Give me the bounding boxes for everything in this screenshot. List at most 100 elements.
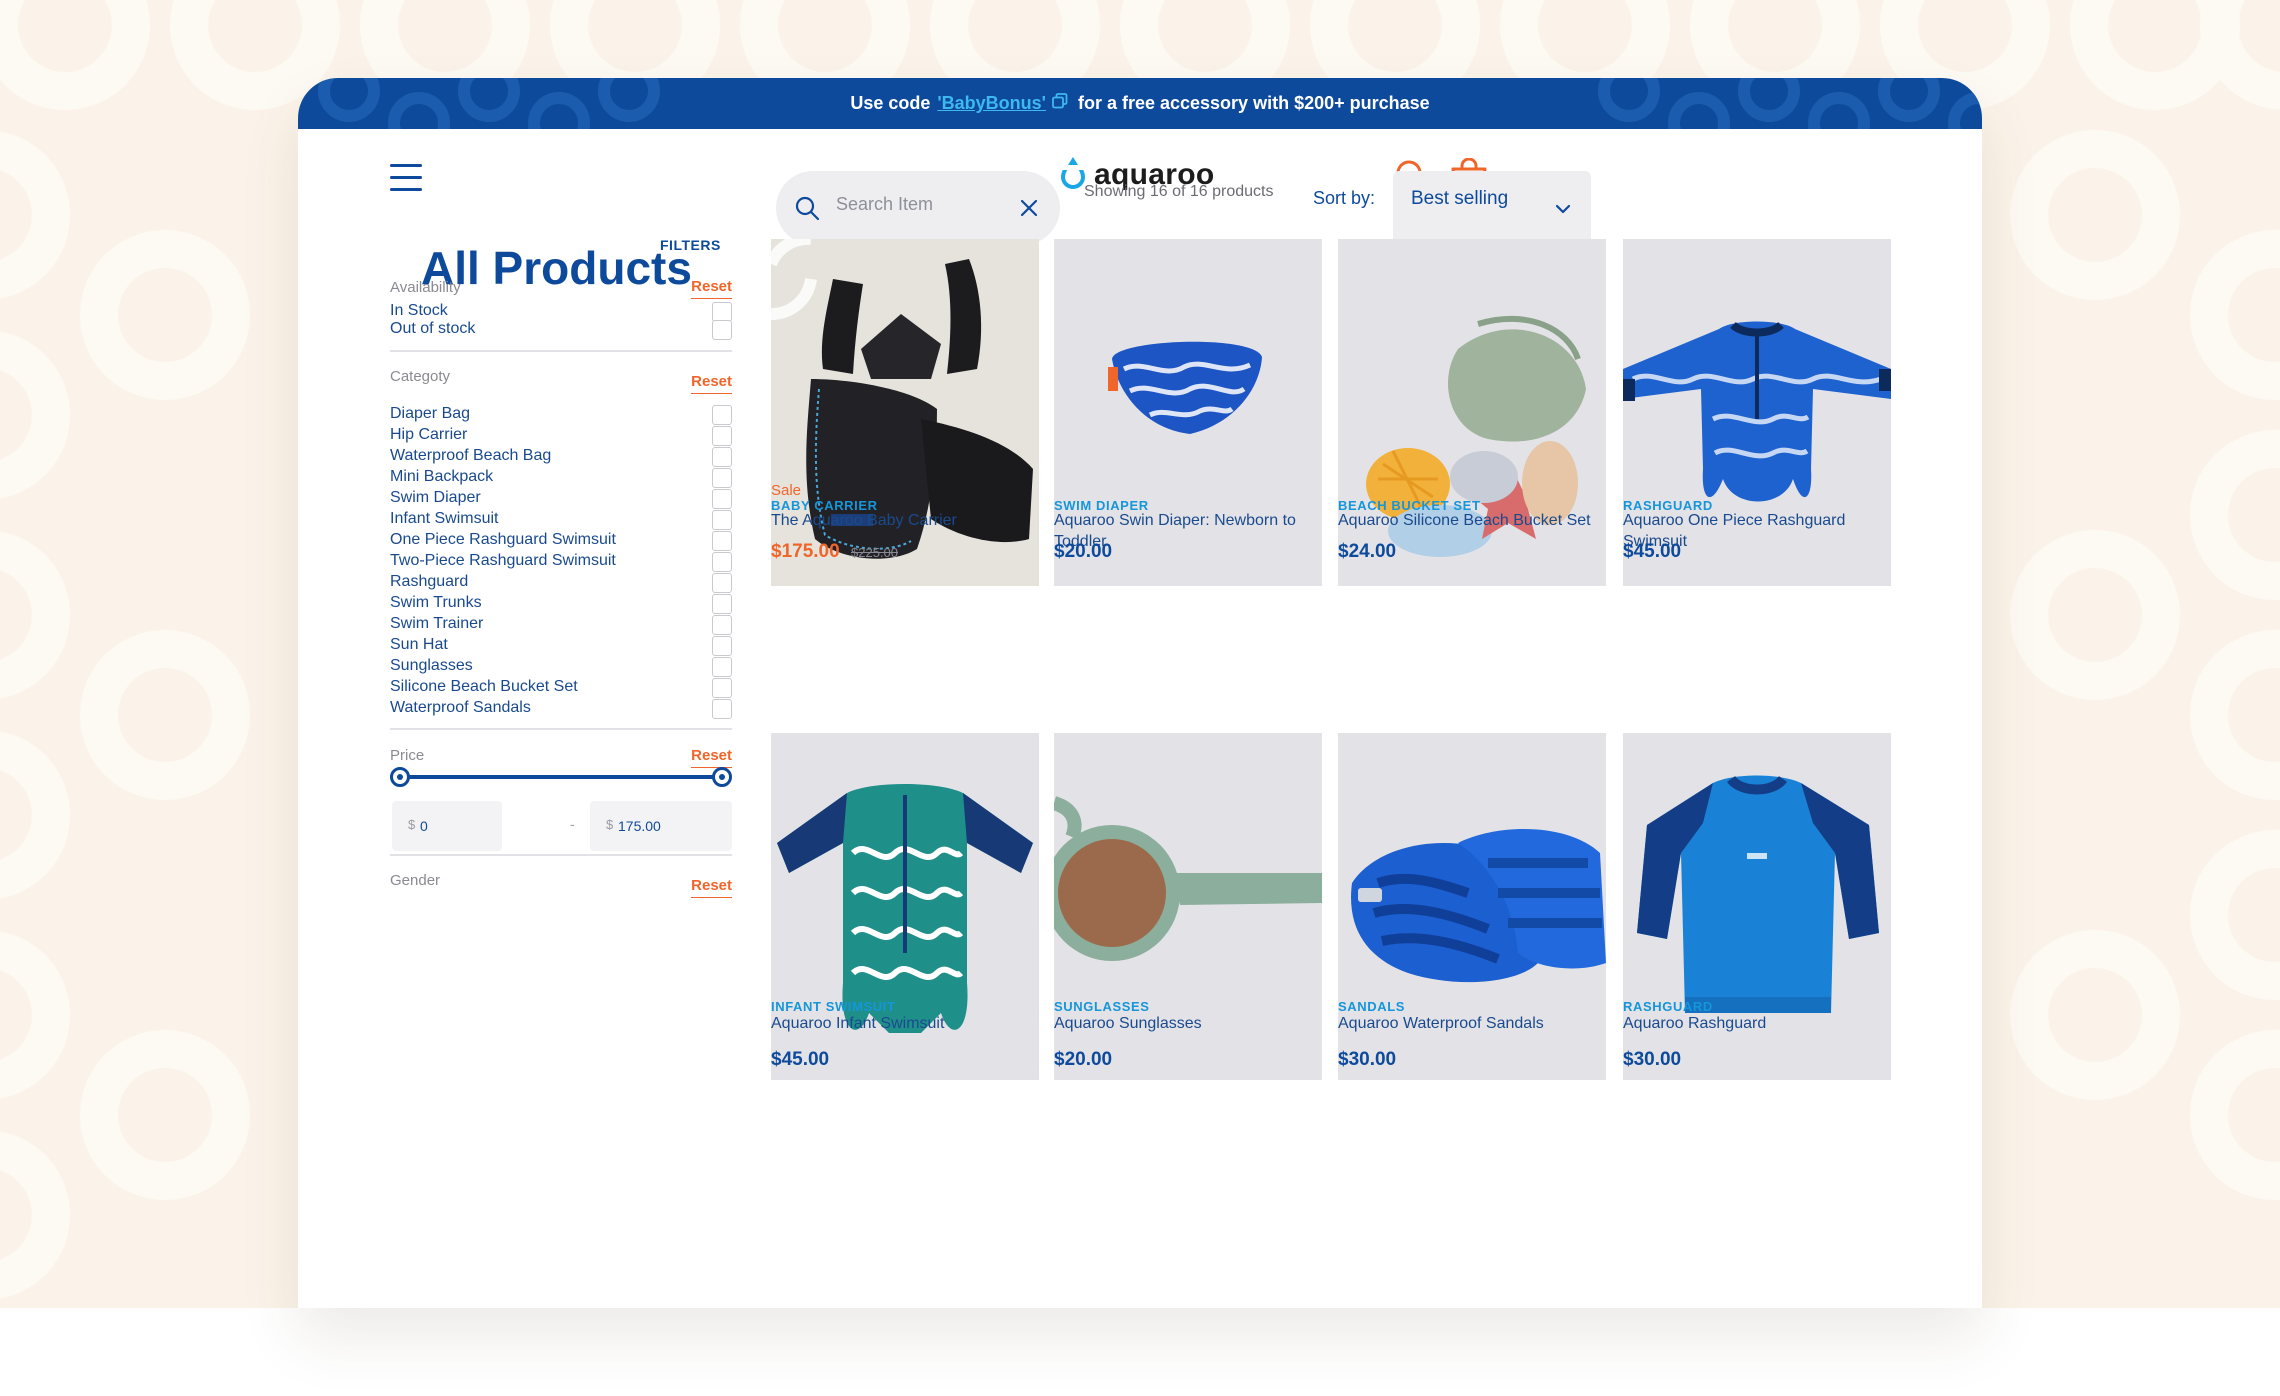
browser-window: Use code 'BabyBonus' for a free accessor… (298, 78, 1982, 1308)
filter-swim-diaper[interactable]: Swim Diaper (390, 489, 732, 510)
product-price: $45.00 (1623, 541, 1682, 562)
checkbox[interactable] (712, 510, 732, 530)
filter-waterproof-sandals[interactable]: Waterproof Sandals (390, 699, 732, 720)
divider (390, 728, 732, 730)
promo-text-prefix: Use code (850, 93, 936, 113)
sort-dropdown[interactable]: Best selling (1393, 171, 1591, 245)
price-slider-track[interactable] (400, 775, 722, 779)
filter-silicone-beach-bucket-set[interactable]: Silicone Beach Bucket Set (390, 678, 732, 699)
price-separator: - (570, 816, 575, 832)
clear-search-icon[interactable] (1020, 199, 1038, 222)
sort-selected-value: Best selling (1411, 188, 1509, 209)
menu-icon[interactable] (390, 162, 422, 192)
promo-code-link[interactable]: 'BabyBonus' (937, 93, 1046, 114)
chevron-down-icon (1555, 201, 1571, 219)
price-reset-button[interactable]: Reset (691, 747, 732, 768)
page-footer-area (0, 1308, 2280, 1396)
price-max-input[interactable] (618, 815, 718, 837)
page-title: All Products (421, 242, 692, 294)
filter-label: Swim Trunks (390, 594, 482, 611)
price-min-input[interactable] (420, 815, 490, 837)
promo-banner: Use code 'BabyBonus' for a free accessor… (298, 78, 1982, 129)
divider (390, 350, 732, 352)
checkbox[interactable] (712, 636, 732, 656)
product-price: $175.00 (771, 541, 840, 562)
product-name[interactable]: Aquaroo Rashguard (1623, 1013, 1891, 1034)
checkbox[interactable] (712, 405, 732, 425)
sale-label: Sale (771, 482, 802, 499)
checkbox[interactable] (712, 615, 732, 635)
availability-reset-button[interactable]: Reset (691, 278, 732, 299)
filter-label: Diaper Bag (390, 405, 471, 422)
filter-out-of-stock[interactable]: Out of stock (390, 320, 732, 341)
category-reset-button[interactable]: Reset (691, 373, 732, 394)
filter-diaper-bag[interactable]: Diaper Bag (390, 405, 732, 426)
product-price: $30.00 (1338, 1049, 1397, 1070)
checkbox[interactable] (712, 573, 732, 593)
filter-infant-swimsuit[interactable]: Infant Swimsuit (390, 510, 732, 531)
filter-label: Swim Diaper (390, 489, 481, 506)
filter-label: Out of stock (390, 320, 476, 337)
product-name[interactable]: The Aquaroo Baby Carrier (771, 510, 1039, 531)
filter-label: Hip Carrier (390, 426, 468, 443)
search-bar[interactable] (776, 171, 1060, 245)
checkbox[interactable] (712, 531, 732, 551)
product-price: $24.00 (1338, 541, 1397, 562)
filter-label: Mini Backpack (390, 468, 494, 485)
filter-label: Waterproof Sandals (390, 699, 531, 716)
checkbox[interactable] (712, 594, 732, 614)
checkbox[interactable] (712, 657, 732, 677)
filter-label: Silicone Beach Bucket Set (390, 678, 578, 695)
price-heading: Price (390, 747, 425, 764)
checkbox[interactable] (712, 552, 732, 572)
search-input[interactable] (836, 189, 1016, 219)
filter-label: Two-Piece Rashguard Swimsuit (390, 552, 616, 569)
filter-swim-trunks[interactable]: Swim Trunks (390, 594, 732, 615)
product-name[interactable]: Aquaroo Silicone Beach Bucket Set (1338, 510, 1606, 531)
price-slider-max-handle[interactable] (712, 767, 732, 787)
checkbox[interactable] (712, 489, 732, 509)
filter-label: Sunglasses (390, 657, 473, 674)
promo-text-suffix: for a free accessory with $200+ purchase (1077, 93, 1430, 113)
checkbox[interactable] (712, 426, 732, 446)
site-header: aquaroo (298, 129, 1982, 225)
filter-swim-trainer[interactable]: Swim Trainer (390, 615, 732, 636)
product-price: $45.00 (771, 1049, 830, 1070)
gender-heading: Gender (390, 872, 441, 889)
product-category: SANDALS (1338, 999, 1406, 1014)
gender-reset-button[interactable]: Reset (691, 877, 732, 898)
filter-sunglasses[interactable]: Sunglasses (390, 657, 732, 678)
filter-sun-hat[interactable]: Sun Hat (390, 636, 732, 657)
checkbox[interactable] (712, 678, 732, 698)
filter-two-piece-rashguard-swimsuit[interactable]: Two-Piece Rashguard Swimsuit (390, 552, 732, 573)
checkbox[interactable] (712, 468, 732, 488)
filter-label: Infant Swimsuit (390, 510, 499, 527)
checkbox[interactable] (712, 320, 732, 340)
filter-one-piece-rashguard-swimsuit[interactable]: One Piece Rashguard Swimsuit (390, 531, 732, 552)
product-old-price: $225.00 (851, 545, 898, 560)
product-category: RASHGUARD (1623, 999, 1713, 1014)
price-max-field[interactable]: $ (590, 801, 732, 851)
checkbox[interactable] (712, 699, 732, 719)
results-count: Showing 16 of 16 products (1084, 183, 1274, 200)
product-name[interactable]: Aquaroo Infant Swimsuit (771, 1013, 1039, 1034)
product-price: $20.00 (1054, 541, 1113, 562)
checkbox[interactable] (712, 302, 732, 322)
price-slider-min-handle[interactable] (390, 767, 410, 787)
product-category: SUNGLASSES (1054, 999, 1150, 1014)
product-image[interactable] (771, 239, 1039, 586)
filter-waterproof-beach-bag[interactable]: Waterproof Beach Bag (390, 447, 732, 468)
checkbox[interactable] (712, 447, 732, 467)
product-image[interactable] (1338, 239, 1606, 586)
price-min-field[interactable]: $ (392, 801, 502, 851)
product-name[interactable]: Aquaroo Waterproof Sandals (1338, 1013, 1606, 1034)
copy-icon[interactable] (1052, 93, 1068, 114)
filter-hip-carrier[interactable]: Hip Carrier (390, 426, 732, 447)
filter-mini-backpack[interactable]: Mini Backpack (390, 468, 732, 489)
availability-heading: Availability (390, 279, 461, 296)
filter-label: Swim Trainer (390, 615, 484, 632)
filter-label: Sun Hat (390, 636, 448, 653)
filter-rashguard[interactable]: Rashguard (390, 573, 732, 594)
sort-label: Sort by: (1313, 188, 1376, 208)
product-name[interactable]: Aquaroo Sunglasses (1054, 1013, 1322, 1034)
